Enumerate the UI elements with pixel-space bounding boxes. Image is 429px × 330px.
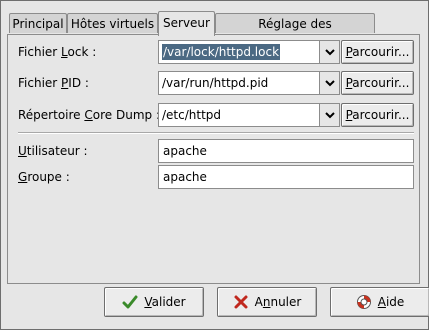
user-field[interactable]: apache bbox=[158, 139, 414, 163]
lock-file-combo[interactable]: /var/lock/httpd.lock bbox=[158, 40, 340, 64]
lock-file-dropdown-button[interactable] bbox=[319, 41, 339, 63]
pid-file-value[interactable]: /var/run/httpd.pid bbox=[162, 75, 268, 91]
core-dump-dropdown-button[interactable] bbox=[319, 104, 339, 126]
tab-serveur[interactable]: Serveur bbox=[158, 11, 215, 36]
chevron-down-icon bbox=[325, 80, 335, 87]
core-dump-value[interactable]: /etc/httpd bbox=[162, 107, 221, 123]
validate-button[interactable]: Valider bbox=[104, 287, 204, 317]
tab-reglage-performances[interactable]: Réglage des performances bbox=[215, 13, 375, 51]
core-dump-label: Répertoire Core Dump : bbox=[18, 108, 160, 122]
tab-hotes-virtuels[interactable]: Hôtes virtuels bbox=[67, 13, 158, 33]
lock-file-value[interactable]: /var/lock/httpd.lock bbox=[162, 44, 281, 60]
user-label: Utilisateur : bbox=[18, 144, 88, 158]
close-x-icon bbox=[234, 295, 248, 309]
checkmark-icon bbox=[122, 295, 138, 309]
dialog-window: Principal Hôtes virtuels Serveur Réglage… bbox=[0, 0, 429, 330]
tab-principal[interactable]: Principal bbox=[9, 13, 67, 33]
lock-file-label: Fichier Lock : bbox=[18, 45, 97, 59]
lock-file-browse-button[interactable]: Parcourir... bbox=[341, 40, 414, 64]
group-label: Groupe : bbox=[18, 170, 70, 184]
server-panel: Fichier Lock : /var/lock/httpd.lock Parc… bbox=[7, 34, 420, 284]
group-field[interactable]: apache bbox=[158, 165, 414, 189]
pid-file-label: Fichier PID : bbox=[18, 76, 89, 90]
separator bbox=[18, 132, 414, 134]
core-dump-browse-button[interactable]: Parcourir... bbox=[341, 103, 414, 127]
pid-file-combo[interactable]: /var/run/httpd.pid bbox=[158, 71, 340, 95]
cancel-button[interactable]: Annuler bbox=[217, 287, 317, 317]
pid-file-browse-button[interactable]: Parcourir... bbox=[341, 71, 414, 95]
pid-file-dropdown-button[interactable] bbox=[319, 72, 339, 94]
chevron-down-icon bbox=[325, 49, 335, 56]
core-dump-combo[interactable]: /etc/httpd bbox=[158, 103, 340, 127]
help-button[interactable]: Aide bbox=[330, 287, 429, 317]
chevron-down-icon bbox=[325, 112, 335, 119]
lifebuoy-icon bbox=[356, 295, 371, 309]
